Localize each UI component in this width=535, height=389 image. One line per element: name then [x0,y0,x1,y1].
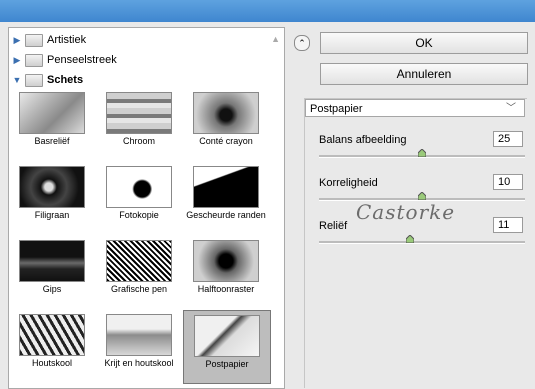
expand-triangle-icon[interactable]: ▶ [11,55,23,66]
folder-open-icon [25,73,43,87]
collapse-triangle-icon[interactable]: ▼ [11,75,23,85]
slider-balans[interactable] [319,149,525,158]
thumb-postpapier[interactable]: Postpapier [183,310,271,384]
category-label: Penseelstreek [47,54,117,66]
category-schets[interactable]: ▼ Schets [11,71,261,89]
thumbnail-label: Conté crayon [199,136,253,146]
scroll-up-icon[interactable]: ▲ [271,34,280,44]
category-label: Artistiek [47,34,87,46]
thumb-basrelief[interactable]: Basreliëf [9,88,95,162]
thumbnail-label: Krijt en houtskool [104,358,174,368]
category-artistiek[interactable]: ▶ Artistiek [11,31,261,49]
thumbnail-image [106,314,172,356]
thumbnail-image [106,240,172,282]
folder-icon [25,53,43,67]
thumbnail-image [19,314,85,356]
thumbnail-label: Gips [42,284,62,294]
category-label: Schets [47,74,84,86]
param-input-korreligheid[interactable]: 10 [493,174,523,190]
cancel-button[interactable]: Annuleren [320,63,528,85]
thumbnail-image [106,166,172,208]
param-label-relief: Reliëf [319,220,348,232]
slider-handle[interactable] [405,235,414,243]
thumbnail-label: Halftoonraster [197,284,255,294]
watermark-text: Castorke [356,200,456,224]
thumb-halftoonraster[interactable]: Halftoonraster [183,236,269,310]
thumb-chroom[interactable]: Chroom [96,88,182,162]
filter-gallery-panel: ▲ ▶ Artistiek ▶ Penseelstreek ▼ Schets B… [8,27,285,389]
thumbnail-image [19,92,85,134]
thumbnail-image [106,92,172,134]
thumbnail-label: Grafische pen [110,284,168,294]
thumb-krijt-en-houtskool[interactable]: Krijt en houtskool [96,310,182,384]
thumbnail-image [193,240,259,282]
thumb-fotokopie[interactable]: Fotokopie [96,162,182,236]
ok-button[interactable]: OK [320,32,528,54]
thumbnail-label: Houtskool [31,358,73,368]
thumb-gips[interactable]: Gips [9,236,95,310]
double-chevron-up-icon[interactable]: ⌃ [294,35,310,51]
thumbnail-label: Filigraan [34,210,70,220]
thumbnail-label: Chroom [122,136,155,146]
thumbnail-label: Gescheurde randen [186,210,266,220]
param-input-relief[interactable]: 11 [493,217,523,233]
filter-options-panel: Postpapier ﹀ Balans afbeelding 25 Korrel… [304,98,527,388]
thumbnail-image [194,315,260,357]
slider-handle[interactable] [418,149,426,157]
thumbnail-image [193,92,259,134]
thumb-filigraan[interactable]: Filigraan [9,162,95,236]
expand-triangle-icon[interactable]: ▶ [11,35,23,46]
slider-relief[interactable] [319,235,525,244]
thumbnail-image [193,166,259,208]
slider-handle[interactable] [418,192,426,200]
thumb-conte-crayon[interactable]: Conté crayon [183,88,269,162]
filter-select-value: Postpapier [310,103,363,115]
category-penseelstreek[interactable]: ▶ Penseelstreek [11,51,261,69]
thumb-grafische-pen[interactable]: Grafische pen [96,236,182,310]
thumb-houtskool[interactable]: Houtskool [9,310,95,384]
chevron-down-icon: ﹀ [506,103,516,114]
param-input-balans[interactable]: 25 [493,131,523,147]
thumbnail-label: Postpapier [205,359,249,369]
param-label-korreligheid: Korreligheid [319,177,378,189]
thumbnail-image [19,240,85,282]
filter-select[interactable]: Postpapier ﹀ [305,99,525,117]
param-label-balans: Balans afbeelding [319,134,407,146]
title-bar [0,0,535,22]
folder-icon [25,33,43,47]
thumbnail-image [19,166,85,208]
thumb-gescheurde-randen[interactable]: Gescheurde randen [183,162,269,236]
thumbnail-label: Basreliëf [34,136,70,146]
thumbnail-label: Fotokopie [119,210,159,220]
